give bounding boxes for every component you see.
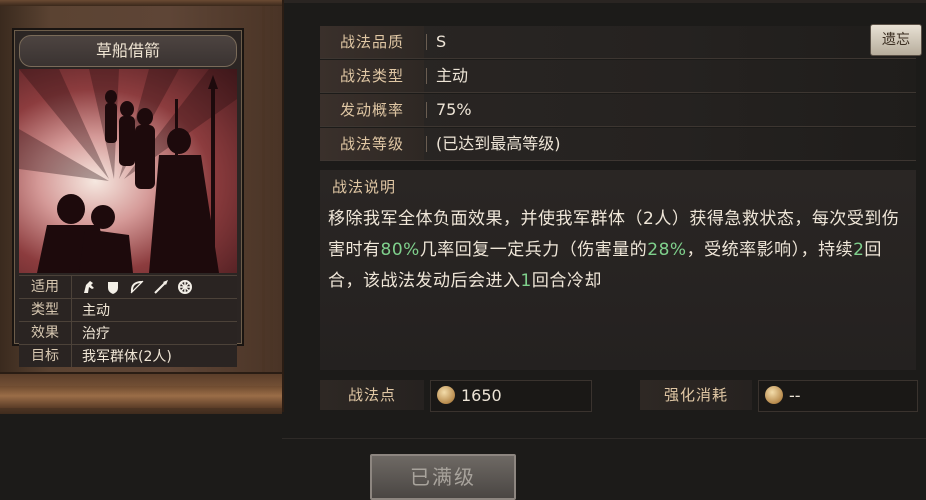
tactic-card: 草船借箭 适用 类型 主动 效果 治疗 目标 我军群体(2人) <box>14 30 242 367</box>
quality-row: 战法品质 S <box>320 26 916 59</box>
spear-icon <box>152 278 170 296</box>
attr-row-effect: 效果 治疗 <box>19 321 237 344</box>
desc-part: 回合冷却 <box>531 271 602 291</box>
tactic-points-value-box: 1650 <box>430 380 592 412</box>
tactic-points-label: 战法点 <box>320 380 424 410</box>
desc-highlight: 1 <box>520 271 532 291</box>
desc-part: ，受统率影响），持续 <box>686 240 854 260</box>
desc-part: 几率回复一定兵力（伤害量的 <box>419 240 648 260</box>
cavalry-icon <box>80 278 98 296</box>
description-label: 战法说明 <box>332 178 397 196</box>
row-separator <box>426 34 427 50</box>
chance-row: 发动概率 75% <box>320 94 916 127</box>
attr-value: 主动 <box>82 303 110 319</box>
desc-highlight: 28% <box>647 240 687 260</box>
card-artwork <box>19 69 237 273</box>
attr-key: 效果 <box>19 322 72 344</box>
chance-value: 75% <box>436 100 472 119</box>
row-separator <box>426 102 427 118</box>
upgrade-cost-value: -- <box>789 386 801 405</box>
level-row: 战法等级 (已达到最高等级) <box>320 128 916 161</box>
attr-key: 类型 <box>19 299 72 321</box>
attr-row-target: 目标 我军群体(2人) <box>19 344 237 367</box>
attr-value: 治疗 <box>82 326 110 342</box>
attr-key: 适用 <box>19 276 72 298</box>
forget-button[interactable]: 遗忘 <box>870 24 922 56</box>
type-value: 主动 <box>436 66 469 85</box>
quality-label: 战法品质 <box>320 26 424 58</box>
tactic-point-coin-icon <box>765 386 783 404</box>
row-separator <box>426 68 427 84</box>
upgrade-cost: 强化消耗 -- <box>640 380 920 412</box>
type-row: 战法类型 主动 <box>320 60 916 93</box>
scroll-top-rod <box>0 0 282 6</box>
description-box: 战法说明 移除我军全体负面效果，并使我军群体（2人）获得急救状态，每次受到伤害时… <box>320 170 916 370</box>
level-label: 战法等级 <box>320 128 424 160</box>
upgrade-cost-label: 强化消耗 <box>640 380 752 410</box>
top-border <box>282 0 926 3</box>
bow-icon <box>128 278 146 296</box>
attr-value: 我军群体(2人) <box>82 349 172 365</box>
card-attributes: 适用 类型 主动 效果 治疗 目标 我军群体(2人) <box>19 275 237 367</box>
desc-highlight: 2 <box>853 240 865 260</box>
divider <box>282 438 926 439</box>
wheel-icon <box>176 278 194 296</box>
attr-key: 目标 <box>19 345 72 367</box>
tactic-points-value: 1650 <box>461 386 502 405</box>
quality-value: S <box>436 32 447 51</box>
scroll-slat <box>270 6 273 372</box>
scroll-slat <box>262 6 265 372</box>
chance-label: 发动概率 <box>320 94 424 126</box>
tactic-points: 战法点 1650 <box>320 380 592 412</box>
level-value: (已达到最高等级) <box>436 134 561 153</box>
max-level-button[interactable]: 已满级 <box>370 454 516 500</box>
attr-row-applicable: 适用 <box>19 275 237 298</box>
description-text: 移除我军全体负面效果，并使我军群体（2人）获得急救状态，每次受到伤害时有80%几… <box>328 204 906 297</box>
attr-row-type: 类型 主动 <box>19 298 237 321</box>
upgrade-cost-value-box: -- <box>758 380 918 412</box>
type-label: 战法类型 <box>320 60 424 92</box>
desc-highlight: 80% <box>380 240 420 260</box>
applicable-icons <box>72 278 194 296</box>
scroll-rod <box>0 386 282 408</box>
row-separator <box>426 136 427 152</box>
tactic-point-coin-icon <box>437 386 455 404</box>
card-title: 草船借箭 <box>19 35 237 67</box>
shield-icon <box>104 278 122 296</box>
